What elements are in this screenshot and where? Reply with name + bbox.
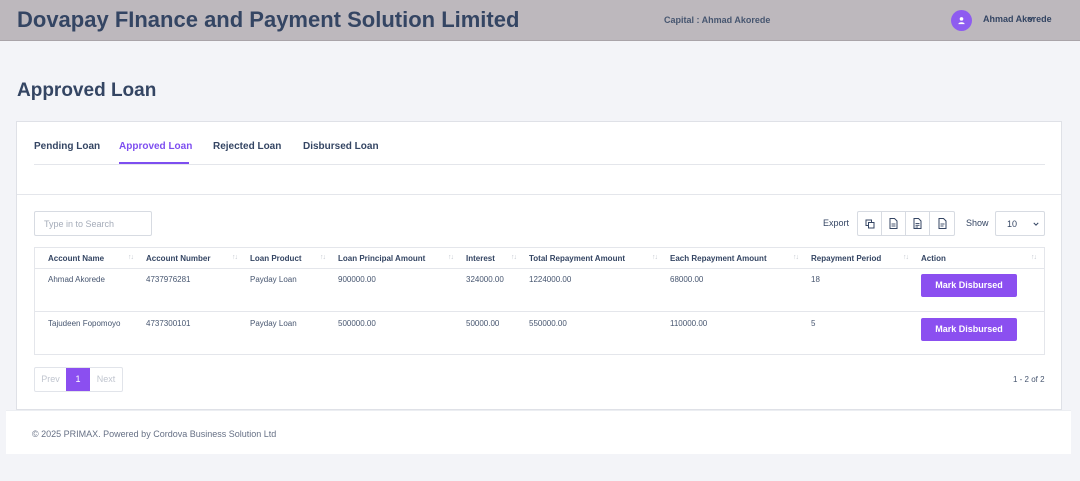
excel-file-icon xyxy=(913,218,922,229)
section-divider xyxy=(17,194,1061,195)
page-size-select[interactable]: 10 xyxy=(995,211,1045,236)
export-button-group xyxy=(857,211,955,236)
csv-file-icon xyxy=(889,218,898,229)
tab-pending-loan[interactable]: Pending Loan xyxy=(34,141,100,152)
copy-button[interactable] xyxy=(858,212,882,235)
sort-icon[interactable]: ↑↓ xyxy=(1031,254,1037,261)
capital-label: Capital : Ahmad Akorede xyxy=(664,15,771,25)
sort-icon[interactable]: ↑↓ xyxy=(903,254,909,261)
excel-export-button[interactable] xyxy=(906,212,930,235)
tabs-divider xyxy=(34,164,1045,165)
column-header-each-repayment[interactable]: Each Repayment Amount xyxy=(670,248,767,268)
column-header-interest[interactable]: Interest xyxy=(466,248,495,268)
user-name[interactable]: Ahmad Akorede xyxy=(983,14,1052,24)
tab-approved-loan[interactable]: Approved Loan xyxy=(119,141,192,152)
column-header-account-name[interactable]: Account Name xyxy=(48,248,104,268)
row-divider xyxy=(35,311,1044,312)
footer-copyright: © 2025 PRIMAX. Powered by Cordova Busine… xyxy=(32,429,277,439)
tab-rejected-loan[interactable]: Rejected Loan xyxy=(213,141,281,152)
cell-account-number: 4737300101 xyxy=(146,319,191,328)
column-header-loan-product[interactable]: Loan Product xyxy=(250,248,302,268)
user-icon xyxy=(958,17,965,25)
cell-principal: 900000.00 xyxy=(338,275,376,284)
sort-icon[interactable]: ↑↓ xyxy=(128,254,134,261)
sort-icon[interactable]: ↑↓ xyxy=(232,254,238,261)
column-header-repayment-period[interactable]: Repayment Period xyxy=(811,248,881,268)
loans-table: Account Name ↑↓ Account Number ↑↓ Loan P… xyxy=(34,247,1045,355)
record-count: 1 - 2 of 2 xyxy=(1013,375,1045,384)
footer: © 2025 PRIMAX. Powered by Cordova Busine… xyxy=(6,410,1071,454)
cell-each-repayment: 68000.00 xyxy=(670,275,704,284)
prev-page-button[interactable]: Prev xyxy=(35,368,66,391)
cell-interest: 324000.00 xyxy=(466,275,504,284)
mark-disbursed-button[interactable]: Mark Disbursed xyxy=(921,274,1017,297)
sort-icon[interactable]: ↑↓ xyxy=(793,254,799,261)
sort-icon[interactable]: ↑↓ xyxy=(652,254,658,261)
cell-loan-product: Payday Loan xyxy=(250,275,297,284)
cell-repayment-period: 18 xyxy=(811,275,820,284)
loan-card: Pending Loan Approved Loan Rejected Loan… xyxy=(16,121,1062,410)
column-header-account-number[interactable]: Account Number xyxy=(146,248,210,268)
column-header-principal[interactable]: Loan Principal Amount xyxy=(338,248,425,268)
user-avatar[interactable] xyxy=(951,10,972,31)
cell-total-repayment: 550000.00 xyxy=(529,319,567,328)
cell-repayment-period: 5 xyxy=(811,319,816,328)
mark-disbursed-button[interactable]: Mark Disbursed xyxy=(921,318,1017,341)
show-label: Show xyxy=(966,218,989,228)
cell-each-repayment: 110000.00 xyxy=(670,319,708,328)
pdf-file-icon xyxy=(938,218,946,229)
sort-icon[interactable]: ↑↓ xyxy=(511,254,517,261)
column-header-action[interactable]: Action xyxy=(921,248,946,268)
cell-interest: 50000.00 xyxy=(466,319,500,328)
pdf-export-button[interactable] xyxy=(930,212,954,235)
chevron-down-icon[interactable] xyxy=(1027,15,1034,22)
brand-title: Dovapay FInance and Payment Solution Lim… xyxy=(17,7,520,32)
next-page-button[interactable]: Next xyxy=(90,368,122,391)
cell-account-name: Tajudeen Fopomoyo xyxy=(48,319,121,328)
cell-total-repayment: 1224000.00 xyxy=(529,275,572,284)
page-size-value: 10 xyxy=(1007,219,1018,229)
cell-principal: 500000.00 xyxy=(338,319,376,328)
pagination: Prev 1 Next xyxy=(34,367,123,392)
export-label: Export xyxy=(823,218,850,228)
search-input[interactable] xyxy=(34,211,152,236)
cell-account-number: 4737976281 xyxy=(146,275,191,284)
page-1-button[interactable]: 1 xyxy=(66,368,90,391)
top-bar: Dovapay FInance and Payment Solution Lim… xyxy=(0,0,1080,41)
sort-icon[interactable]: ↑↓ xyxy=(448,254,454,261)
tab-disbursed-loan[interactable]: Disbursed Loan xyxy=(303,141,379,152)
copy-icon xyxy=(865,219,874,228)
chevron-down-icon xyxy=(1033,222,1039,226)
sort-icon[interactable]: ↑↓ xyxy=(320,254,326,261)
cell-account-name: Ahmad Akorede xyxy=(48,275,105,284)
csv-export-button[interactable] xyxy=(882,212,906,235)
cell-loan-product: Payday Loan xyxy=(250,319,297,328)
page-title: Approved Loan xyxy=(17,80,157,101)
table-header-divider xyxy=(35,268,1044,269)
column-header-total-repayment[interactable]: Total Repayment Amount xyxy=(529,248,625,268)
